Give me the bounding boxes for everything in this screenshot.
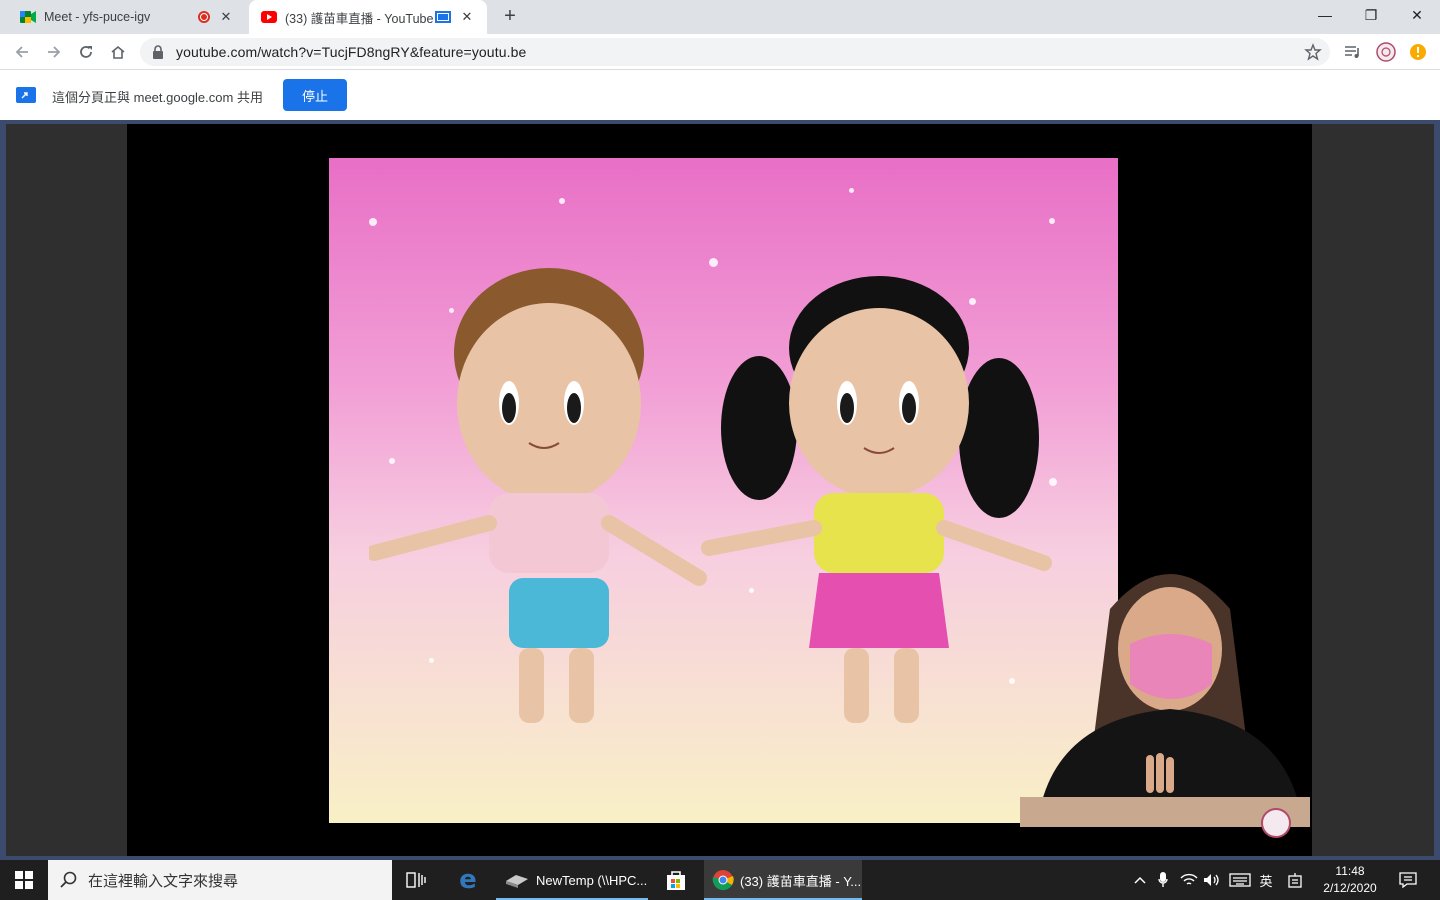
sharing-message: 這個分頁正與 meet.google.com 共用 xyxy=(52,90,263,105)
search-icon xyxy=(60,871,77,888)
tab-strip: Meet - yfs-puce-igv ✕ (33) 護苗車直播 - YouTu… xyxy=(0,0,1440,34)
ime-mode-icon[interactable] xyxy=(1284,860,1306,900)
store-icon xyxy=(667,871,685,890)
action-center-button[interactable] xyxy=(1394,860,1422,900)
forward-arrow-icon xyxy=(48,46,61,58)
stop-sharing-button[interactable]: 停止 xyxy=(283,79,347,111)
video-player[interactable] xyxy=(127,124,1312,856)
new-tab-button[interactable]: + xyxy=(498,4,522,28)
update-alert-icon[interactable] xyxy=(1408,42,1428,62)
tab-sharing-icon xyxy=(435,11,451,23)
tab-sharing-bar: 這個分頁正與 meet.google.com 共用 停止 xyxy=(0,70,1440,120)
taskbar-app-explorer[interactable]: NewTemp (\\HPC... xyxy=(496,860,648,900)
girl-character xyxy=(701,276,1052,723)
tab-title: Meet - yfs-puce-igv xyxy=(44,10,151,24)
clock-date: 2/12/2020 xyxy=(1323,881,1377,895)
input-method-indicator[interactable]: 英 xyxy=(1255,860,1277,900)
screen-share-icon xyxy=(16,87,36,103)
tab-title: (33) 護苗車直播 - YouTube xyxy=(285,11,434,26)
app-label: NewTemp (\\HPC... xyxy=(536,872,648,888)
edge-icon: e xyxy=(459,865,477,895)
store-button[interactable] xyxy=(656,860,696,900)
back-arrow-icon xyxy=(15,46,28,58)
show-hidden-icons-button[interactable] xyxy=(1130,860,1150,900)
taskbar-search[interactable]: 在這裡輸入文字來搜尋 xyxy=(48,860,392,900)
windows-taskbar: 在這裡輸入文字來搜尋 e NewTemp (\\HPC... (33) 護苗車直… xyxy=(0,860,1440,900)
touch-keyboard-icon[interactable] xyxy=(1227,860,1253,900)
reload-icon xyxy=(80,46,92,58)
restore-button[interactable]: ❐ xyxy=(1348,0,1394,30)
media-control-icon[interactable] xyxy=(1343,42,1363,62)
organization-logo xyxy=(1261,808,1291,838)
chevron-up-icon xyxy=(1134,876,1146,884)
system-clock[interactable]: 11:48 2/12/2020 xyxy=(1316,863,1384,897)
home-button[interactable] xyxy=(104,38,132,66)
microphone-icon[interactable] xyxy=(1153,860,1173,900)
browser-toolbar: youtube.com/watch?v=TucjFD8ngRY&feature=… xyxy=(0,34,1440,70)
edge-browser-button[interactable]: e xyxy=(448,860,488,900)
url-text: youtube.com/watch?v=TucjFD8ngRY&feature=… xyxy=(176,44,527,60)
clock-time: 11:48 xyxy=(1335,864,1365,878)
google-meet-icon xyxy=(20,9,36,25)
folder-icon xyxy=(506,875,528,888)
task-view-button[interactable] xyxy=(398,860,434,900)
notification-icon xyxy=(1399,872,1417,888)
profile-avatar[interactable] xyxy=(1376,42,1396,62)
lock-icon xyxy=(152,45,166,59)
presenter-overlay xyxy=(1020,574,1310,827)
close-icon[interactable]: ✕ xyxy=(459,9,475,25)
back-button[interactable] xyxy=(8,38,36,66)
youtube-icon xyxy=(261,9,277,25)
app-label: (33) 護苗車直播 - Y... xyxy=(740,873,862,889)
chrome-icon xyxy=(712,870,734,891)
volume-icon[interactable] xyxy=(1201,860,1223,900)
wifi-icon[interactable] xyxy=(1178,860,1200,900)
address-bar[interactable]: youtube.com/watch?v=TucjFD8ngRY&feature=… xyxy=(140,38,1330,66)
windows-logo-icon xyxy=(15,871,33,889)
recording-icon xyxy=(198,11,210,23)
boy-character xyxy=(369,268,707,723)
bookmark-star-icon[interactable] xyxy=(1304,43,1322,61)
reload-button[interactable] xyxy=(72,38,100,66)
tab-youtube[interactable]: (33) 護苗車直播 - YouTube ✕ xyxy=(249,0,487,34)
minimize-button[interactable]: — xyxy=(1302,0,1348,30)
close-icon[interactable]: ✕ xyxy=(218,9,234,25)
close-window-button[interactable]: ✕ xyxy=(1394,0,1440,30)
start-button[interactable] xyxy=(0,860,48,900)
video-frame xyxy=(329,158,1118,823)
taskbar-app-chrome[interactable]: (33) 護苗車直播 - Y... xyxy=(704,860,862,900)
tab-meet[interactable]: Meet - yfs-puce-igv ✕ xyxy=(8,0,246,34)
search-placeholder: 在這裡輸入文字來搜尋 xyxy=(88,872,239,890)
home-icon xyxy=(111,45,125,59)
task-view-icon xyxy=(406,872,426,888)
forward-button[interactable] xyxy=(40,38,68,66)
